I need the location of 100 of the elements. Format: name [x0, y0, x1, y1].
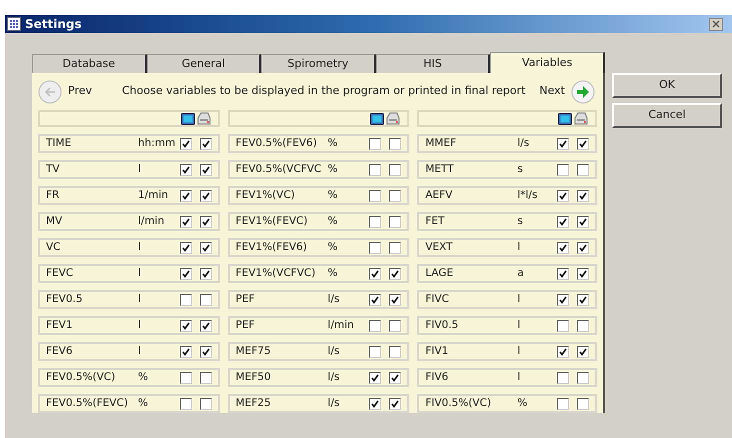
checkbox[interactable] — [557, 216, 570, 228]
checkbox[interactable] — [200, 216, 212, 228]
checkbox[interactable] — [577, 138, 590, 150]
checkbox[interactable] — [369, 190, 382, 202]
checkbox[interactable] — [577, 294, 590, 306]
variable-name: FIV0.5%(VC) — [425, 396, 492, 411]
checkbox[interactable] — [369, 216, 382, 228]
tab[interactable]: HIS — [376, 54, 490, 73]
tab[interactable]: General — [146, 54, 262, 73]
checkbox[interactable] — [557, 164, 570, 176]
checkbox[interactable] — [557, 190, 570, 202]
checkbox[interactable] — [557, 138, 570, 150]
unit-label: l — [138, 292, 142, 307]
checkbox[interactable] — [557, 242, 570, 254]
unit-label: l — [517, 292, 522, 307]
dialog-button[interactable]: Cancel — [612, 103, 722, 128]
checkbox[interactable] — [369, 346, 382, 358]
unit-label: % — [328, 266, 339, 281]
checkbox[interactable] — [557, 268, 570, 280]
monitor-icon — [180, 112, 195, 124]
checkbox[interactable] — [369, 138, 382, 150]
checkbox[interactable] — [369, 320, 382, 332]
checkbox[interactable] — [200, 268, 212, 280]
checkbox[interactable] — [200, 164, 212, 176]
checkbox[interactable] — [369, 294, 382, 306]
checkbox[interactable] — [200, 398, 212, 410]
checkbox[interactable] — [577, 372, 590, 384]
checkbox[interactable] — [369, 372, 382, 384]
checkbox[interactable] — [389, 268, 402, 280]
tab[interactable]: Database — [32, 54, 147, 73]
checkbox[interactable] — [200, 372, 212, 384]
checkbox[interactable] — [369, 242, 382, 254]
checkbox[interactable] — [577, 190, 590, 202]
checkbox[interactable] — [577, 398, 590, 410]
variable-name: FR — [46, 188, 60, 203]
dialog-button[interactable]: OK — [612, 73, 722, 98]
checkbox[interactable] — [389, 372, 402, 384]
checkbox[interactable] — [180, 216, 192, 228]
close-button[interactable] — [709, 18, 723, 30]
checkbox[interactable] — [200, 190, 212, 202]
checkbox[interactable] — [369, 164, 382, 176]
checkbox[interactable] — [200, 138, 212, 150]
unit-label: a — [517, 266, 525, 281]
checkbox[interactable] — [369, 398, 382, 410]
checkbox[interactable] — [180, 398, 192, 410]
checkbox[interactable] — [180, 346, 192, 358]
variable-name: FET — [425, 214, 446, 229]
checkbox[interactable] — [389, 242, 402, 254]
next-button[interactable]: Next — [539, 80, 595, 104]
checkbox[interactable] — [577, 346, 590, 358]
checkbox[interactable] — [389, 294, 402, 306]
checkbox[interactable] — [389, 164, 402, 176]
check-icon — [202, 322, 210, 330]
checkbox[interactable] — [557, 372, 570, 384]
checkbox[interactable] — [200, 294, 212, 306]
checkbox[interactable] — [577, 216, 590, 228]
tab[interactable]: Variables — [490, 52, 605, 73]
checkbox[interactable] — [369, 268, 382, 280]
checkbox[interactable] — [200, 346, 212, 358]
check-icon — [202, 270, 210, 278]
checkbox[interactable] — [557, 320, 570, 332]
unit-label: hh:mm — [138, 136, 176, 151]
checkbox[interactable] — [389, 190, 402, 202]
window-title: Settings — [25, 16, 82, 33]
checkbox[interactable] — [577, 164, 590, 176]
check-icon — [371, 270, 380, 278]
checkbox[interactable] — [180, 190, 192, 202]
prev-button[interactable]: Prev — [38, 80, 92, 104]
checkbox[interactable] — [200, 320, 212, 332]
variable-name: FEV6 — [46, 344, 74, 359]
unit-label: l/s — [517, 136, 530, 151]
monitor-icon — [370, 112, 384, 124]
printer-icon — [196, 112, 212, 126]
check-icon — [182, 244, 190, 252]
check-icon — [391, 374, 400, 382]
checkbox[interactable] — [389, 320, 402, 332]
checkbox[interactable] — [557, 346, 570, 358]
checkbox[interactable] — [557, 398, 570, 410]
checkbox[interactable] — [577, 320, 590, 332]
checkbox[interactable] — [389, 138, 402, 150]
checkbox[interactable] — [577, 242, 590, 254]
checkbox[interactable] — [180, 268, 192, 280]
checkbox[interactable] — [180, 164, 192, 176]
checkbox[interactable] — [200, 242, 212, 254]
checkbox[interactable] — [389, 346, 402, 358]
check-icon — [202, 140, 210, 148]
checkbox[interactable] — [180, 138, 192, 150]
check-icon — [559, 296, 568, 304]
unit-label: s — [517, 162, 524, 177]
checkbox[interactable] — [180, 320, 192, 332]
check-icon — [579, 244, 588, 252]
checkbox[interactable] — [389, 398, 402, 410]
check-icon — [559, 192, 568, 200]
checkbox[interactable] — [557, 294, 570, 306]
checkbox[interactable] — [180, 294, 192, 306]
checkbox[interactable] — [180, 372, 192, 384]
checkbox[interactable] — [389, 216, 402, 228]
checkbox[interactable] — [577, 268, 590, 280]
checkbox[interactable] — [180, 242, 192, 254]
tab[interactable]: Spirometry — [261, 54, 376, 73]
